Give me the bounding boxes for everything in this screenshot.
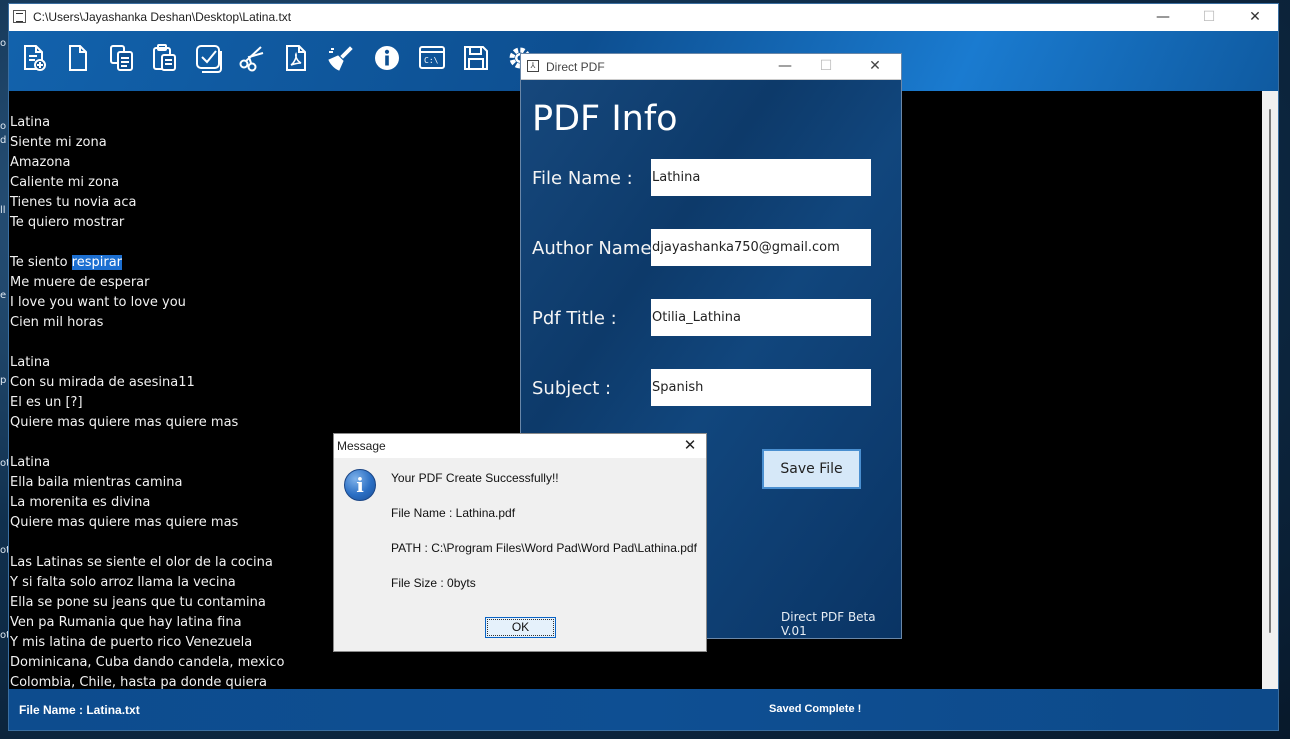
desktop-text-fragment: d — [0, 135, 7, 146]
editor-line: Me muere de esperar — [10, 275, 150, 290]
editor-line: Y si falta solo arroz llama la vecina — [10, 575, 236, 590]
message-success: Your PDF Create Successfully!! — [391, 471, 559, 485]
editor-line: Caliente mi zona — [10, 175, 120, 190]
message-titlebar[interactable]: Message ✕ — [334, 434, 706, 458]
version-label: Direct PDF Beta V.01 — [781, 610, 876, 638]
blank-page-icon[interactable] — [63, 43, 93, 73]
message-close-button[interactable]: ✕ — [680, 436, 700, 456]
pdf-title-label: Pdf Title : — [532, 308, 617, 329]
ok-button[interactable]: OK — [485, 617, 556, 638]
window-title: C:\Users\Jayashanka Deshan\Desktop\Latin… — [33, 10, 292, 24]
save-icon[interactable] — [461, 43, 491, 73]
desktop-text-fragment: ot — [0, 545, 11, 556]
paste-icon[interactable] — [150, 43, 180, 73]
editor-line: Las Latinas se siente el olor de la coci… — [10, 555, 273, 570]
command-prompt-icon[interactable]: C:\ — [417, 43, 447, 73]
editor-line: Dominicana, Cuba dando candela, mexico — [10, 655, 285, 670]
main-titlebar[interactable]: C:\Users\Jayashanka Deshan\Desktop\Latin… — [9, 4, 1278, 32]
message-title: Message — [337, 439, 386, 453]
editor-line: Siente mi zona — [10, 135, 107, 150]
message-file-name: File Name : Lathina.pdf — [391, 506, 516, 520]
subject-field[interactable]: Spanish — [651, 369, 871, 406]
file-name-label: File Name : — [532, 168, 633, 189]
save-file-button[interactable]: Save File — [762, 449, 861, 489]
status-file-name: File Name : Latina.txt — [19, 703, 140, 717]
pdf-minimize-button[interactable]: — — [765, 54, 805, 79]
clean-icon[interactable] — [325, 43, 355, 73]
editor-line: Latina — [10, 115, 51, 130]
pdf-window-title: Direct PDF — [546, 60, 605, 74]
info-icon[interactable] — [372, 43, 402, 73]
status-bar: File Name : Latina.txt Saved Complete ! — [9, 689, 1278, 730]
editor-line: Tienes tu novia aca — [10, 195, 137, 210]
author-name-field[interactable]: djayashanka750@gmail.com — [651, 229, 871, 266]
desktop-text-fragment: o — [0, 121, 7, 132]
message-dialog: Message ✕ i Your PDF Create Successfully… — [333, 433, 707, 652]
scrollbar-thumb[interactable] — [1269, 109, 1271, 633]
pdf-heading: PDF Info — [532, 99, 678, 139]
minimize-button[interactable]: — — [1140, 4, 1186, 31]
message-path: PATH : C:\Program Files\Word Pad\Word Pa… — [391, 541, 697, 555]
pdf-app-icon: ⅄ — [527, 60, 539, 72]
editor-line: Ella baila mientras camina — [10, 475, 183, 490]
message-file-size: File Size : 0byts — [391, 576, 476, 590]
desktop-text-fragment: ot — [0, 630, 11, 641]
editor-line: Quiere mas quiere mas quiere mas — [10, 415, 239, 430]
pdf-close-button[interactable]: ✕ — [855, 54, 895, 79]
editor-line: Amazona — [10, 155, 71, 170]
editor-line: Y mis latina de puerto rico Venezuela — [10, 635, 253, 650]
desktop-text-fragment: e — [0, 290, 7, 301]
editor-line: Ven pa Rumania que hay latina fina — [10, 615, 242, 630]
editor-line: Cien mil horas — [10, 315, 104, 330]
app-icon — [13, 10, 26, 23]
editor-line: La morenita es divina — [10, 495, 151, 510]
file-name-field[interactable]: Lathina — [651, 159, 871, 196]
pdf-icon[interactable] — [281, 43, 311, 73]
subject-label: Subject : — [532, 378, 612, 399]
pdf-titlebar[interactable]: ⅄ Direct PDF — ☐ ✕ — [521, 54, 901, 80]
new-document-icon[interactable] — [19, 43, 49, 73]
editor-line: El es un [?] — [10, 395, 83, 410]
copy-icon[interactable] — [107, 43, 137, 73]
editor-line: Latina — [10, 455, 51, 470]
author-name-label: Author Name : — [532, 238, 664, 259]
editor-line: Ella se pone su jeans que tu contamina — [10, 595, 266, 610]
pdf-maximize-button[interactable]: ☐ — [806, 54, 846, 79]
selected-text: respirar — [71, 255, 123, 270]
desktop-text-fragment: ll — [0, 205, 6, 216]
desktop-text-fragment: ot — [0, 458, 11, 469]
editor-line-highlighted: Te siento respirar — [10, 255, 123, 270]
editor-line: Quiere mas quiere mas quiere mas — [10, 515, 239, 530]
information-icon: i — [344, 469, 376, 501]
editor-text: Te siento — [10, 255, 72, 270]
editor-line: Te quiero mostrar — [10, 215, 125, 230]
editor-line: Latina — [10, 355, 51, 370]
close-button[interactable]: ✕ — [1232, 4, 1278, 31]
editor-line: Con su mirada de asesina11 — [10, 375, 195, 390]
maximize-button[interactable]: ☐ — [1186, 4, 1232, 31]
command-prompt-text: C:\ — [424, 56, 439, 65]
desktop-text-fragment: p — [0, 375, 7, 386]
vertical-scrollbar[interactable] — [1262, 91, 1278, 689]
status-message: Saved Complete ! — [769, 703, 862, 715]
editor-line: Colombia, Chile, hasta pa donde quiera — [10, 675, 267, 689]
pdf-title-field[interactable]: Otilia_Lathina — [651, 299, 871, 336]
editor-line: I love you want to love you — [10, 295, 186, 310]
cut-icon[interactable] — [237, 43, 267, 73]
select-all-icon[interactable] — [194, 43, 224, 73]
desktop-text-fragment: o — [0, 38, 7, 49]
